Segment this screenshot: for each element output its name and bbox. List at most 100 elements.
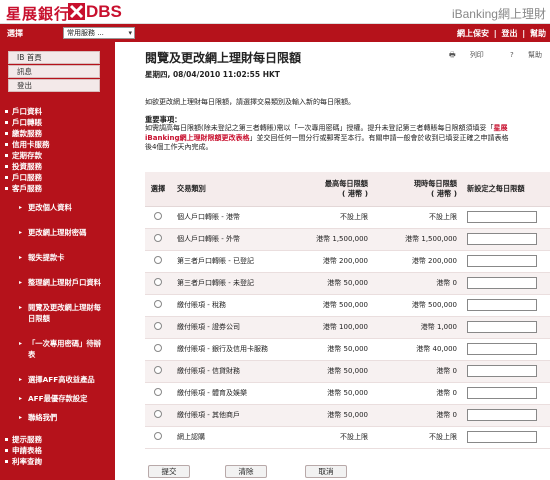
row-current-limit: 港幣 500,000 (374, 294, 463, 317)
row-current-limit: 港幣 200,000 (374, 250, 463, 273)
row-type: 繳付賬項 - 銀行及信用卡服務 (171, 338, 291, 361)
help-page-link[interactable]: ? 幫助 (498, 51, 542, 59)
new-limit-input[interactable] (467, 409, 537, 421)
row-radio[interactable] (154, 300, 162, 308)
row-radio[interactable] (154, 322, 162, 330)
submenu-item-otp-pending[interactable]: 「一次專用密碼」待辦表 (0, 338, 115, 360)
common-services-dropdown[interactable]: 常用服務 ... ▾ (63, 27, 135, 39)
row-radio[interactable] (154, 234, 162, 242)
table-row: 繳付賬項 - 銀行及信用卡服務 港幣 50,000 港幣 40,000 (145, 338, 550, 361)
table-row: 繳付賬項 - 體育及娛樂 港幣 50,000 港幣 0 (145, 382, 550, 405)
new-limit-input[interactable] (467, 431, 537, 443)
sidebar-item-account-info[interactable]: 戶口資料 (0, 106, 115, 117)
datetime-stamp: 星期四, 08/04/2010 11:02:55 HKT (145, 70, 280, 79)
sidebar-item-bill-payment[interactable]: 繳款服務 (0, 128, 115, 139)
col-type-header: 交易類別 (171, 172, 291, 207)
table-row: 第三者戶口轉賬 - 未登記 港幣 50,000 港幣 0 (145, 272, 550, 295)
new-limit-input[interactable] (467, 277, 537, 289)
col-current-header: 現時每日限額( 港幣 ) (374, 172, 463, 207)
row-radio[interactable] (154, 388, 162, 396)
submenu-item-daily-limit[interactable]: 閱覽及更改網上理財每日限額 (0, 302, 115, 324)
table-row: 繳付賬項 - 其他商戶 港幣 50,000 港幣 0 (145, 404, 550, 427)
logout-button[interactable]: 登出 (8, 79, 100, 92)
row-type: 繳付賬項 - 體育及娛樂 (171, 382, 291, 405)
submenu-item-update-profile[interactable]: 更改個人資料 (0, 202, 115, 213)
row-select-cell (145, 228, 171, 251)
new-limit-input[interactable] (467, 365, 537, 377)
table-row: 第三者戶口轉賬 - 已登記 港幣 200,000 港幣 200,000 (145, 250, 550, 273)
logout-link[interactable]: 登出 (501, 29, 517, 38)
clear-button[interactable]: 清除 (225, 465, 267, 478)
row-new-limit-cell (463, 228, 550, 251)
row-select-cell (145, 360, 171, 383)
ib-home-button[interactable]: IB 首頁 (8, 51, 100, 64)
row-radio[interactable] (154, 366, 162, 374)
submenu-item-report-lost-card[interactable]: 報失提款卡 (0, 252, 115, 263)
row-select-cell (145, 338, 171, 361)
row-max-limit: 港幣 50,000 (291, 382, 374, 405)
sidebar-item-account-services[interactable]: 戶口服務 (0, 172, 115, 183)
row-type: 個人戶口轉賬 - 外幣 (171, 228, 291, 251)
sidebar-item-investment[interactable]: 投資服務 (0, 161, 115, 172)
new-limit-input[interactable] (467, 299, 537, 311)
row-radio[interactable] (154, 278, 162, 286)
submenu-item-aff-products[interactable]: 選擇AFF高收益產品 (0, 374, 115, 385)
submit-button[interactable]: 提交 (148, 465, 190, 478)
dropdown-value: 常用服務 ... (67, 29, 104, 37)
sidebar-item-forms[interactable]: 申請表格 (0, 445, 115, 456)
customer-services-submenu: 更改個人資料 更改網上理財密碼 報失提款卡 整理網上理財戶口資料 閱覽及更改網上… (0, 202, 115, 423)
print-link[interactable]: 🖶 列印 (437, 51, 484, 59)
row-radio[interactable] (154, 256, 162, 264)
page-tools: 🖶 列印 ? 幫助 (425, 50, 542, 62)
submenu-item-organize-accounts[interactable]: 整理網上理財戶口資料 (0, 277, 115, 288)
sidebar-item-transfer[interactable]: 戶口轉賬 (0, 117, 115, 128)
sidebar-item-time-deposit[interactable]: 定期存款 (0, 150, 115, 161)
submenu-item-contact-us[interactable]: 聯絡我們 (0, 412, 115, 423)
limit-form-link-2[interactable]: iBanking網上理財限額更改表格 (145, 134, 250, 142)
separator: | (493, 29, 497, 38)
help-icon: ? (510, 51, 514, 59)
col-select-header: 選擇 (145, 172, 171, 207)
top-right-links: 網上保安 | 登出 | 幫助 (455, 28, 546, 39)
online-security-link[interactable]: 網上保安 (457, 29, 489, 38)
row-radio[interactable] (154, 212, 162, 220)
intro-text: 如欲更改網上理財每日限額，請選擇交易類別及輸入新的每日限額。 (145, 98, 355, 106)
row-new-limit-cell (463, 316, 550, 339)
row-max-limit: 港幣 50,000 (291, 338, 374, 361)
table-header-row: 選擇 交易類別 最高每日限額( 港幣 ) 現時每日限額( 港幣 ) 新設定之每日… (145, 172, 550, 207)
row-new-limit-cell (463, 404, 550, 427)
submenu-item-change-password[interactable]: 更改網上理財密碼 (0, 227, 115, 238)
row-radio[interactable] (154, 410, 162, 418)
sidebar-item-rates[interactable]: 利率查詢 (0, 456, 115, 467)
help-link[interactable]: 幫助 (530, 29, 546, 38)
row-radio[interactable] (154, 344, 162, 352)
chevron-down-icon: ▾ (128, 29, 132, 37)
row-new-limit-cell (463, 338, 550, 361)
sidebar-item-alerts[interactable]: 提示服務 (0, 434, 115, 445)
sidebar-item-credit-card[interactable]: 信用卡服務 (0, 139, 115, 150)
dbs-logo-icon (68, 3, 85, 20)
row-select-cell (145, 272, 171, 295)
table-row: 繳付賬項 - 信貸財務 港幣 50,000 港幣 0 (145, 360, 550, 383)
row-radio[interactable] (154, 432, 162, 440)
service-select-label: 選擇 (7, 29, 23, 38)
new-limit-input[interactable] (467, 387, 537, 399)
new-limit-input[interactable] (467, 211, 537, 223)
messages-button[interactable]: 訊息 (8, 65, 100, 78)
row-current-limit: 港幣 1,500,000 (374, 228, 463, 251)
limit-form-link[interactable]: 星展 (493, 124, 507, 132)
new-limit-input[interactable] (467, 321, 537, 333)
submenu-item-aff-deposit[interactable]: AFF最優存款設定 (0, 393, 115, 404)
new-limit-input[interactable] (467, 233, 537, 245)
row-type: 第三者戶口轉賬 - 已登記 (171, 250, 291, 273)
table-row: 繳付賬項 - 稅務 港幣 500,000 港幣 500,000 (145, 294, 550, 317)
row-current-limit: 港幣 0 (374, 382, 463, 405)
row-max-limit: 港幣 100,000 (291, 316, 374, 339)
sidebar-item-customer-services[interactable]: 客戶服務 (0, 183, 115, 194)
row-type: 第三者戶口轉賬 - 未登記 (171, 272, 291, 295)
new-limit-input[interactable] (467, 343, 537, 355)
new-limit-input[interactable] (467, 255, 537, 267)
table-row: 繳付賬項 - 證券公司 港幣 100,000 港幣 1,000 (145, 316, 550, 339)
row-new-limit-cell (463, 250, 550, 273)
cancel-button[interactable]: 取消 (305, 465, 347, 478)
